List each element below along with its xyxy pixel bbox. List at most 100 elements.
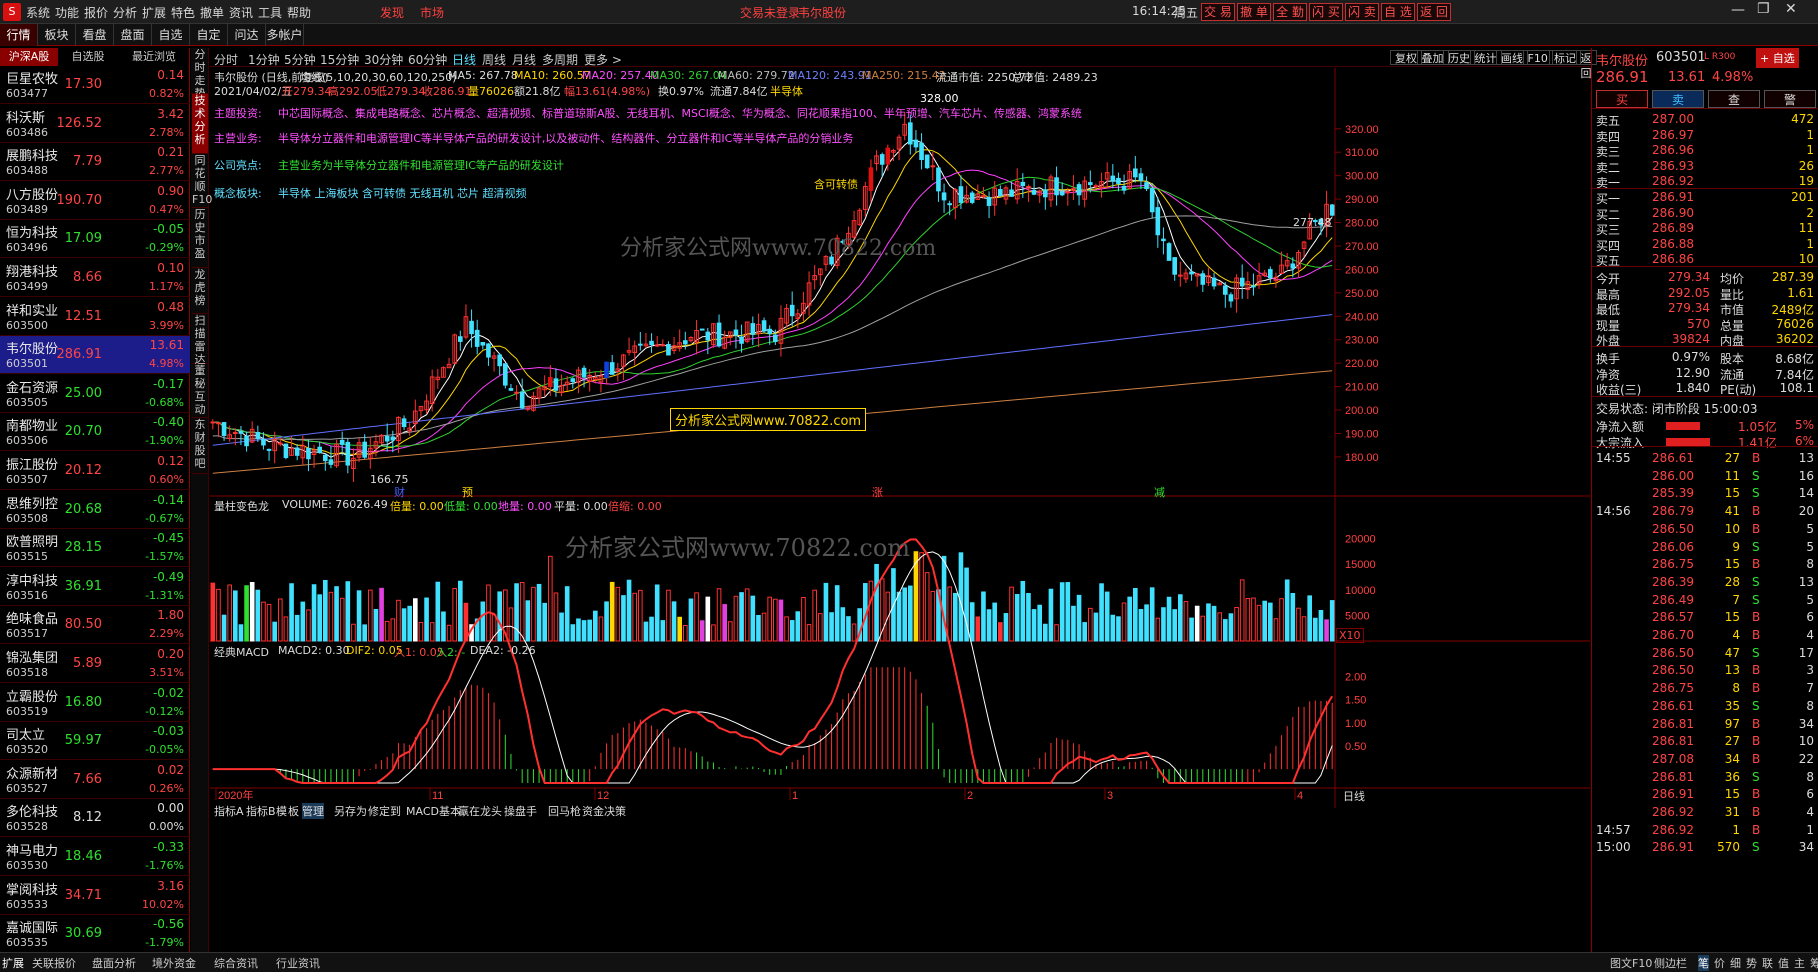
vertical-tab[interactable]: 东财股吧 bbox=[192, 418, 208, 474]
action-button[interactable]: 闪 买 bbox=[1309, 3, 1343, 21]
menu-item[interactable]: 撤单 bbox=[200, 4, 224, 21]
stock-row[interactable]: 恒为科技 603496 17.09 -0.05 -0.29% bbox=[0, 220, 190, 259]
stock-row[interactable]: 振江股份 603507 20.12 0.12 0.60% bbox=[0, 452, 190, 490]
trade-button[interactable]: 警 bbox=[1764, 90, 1816, 108]
close-icon[interactable]: ✕ bbox=[1785, 1, 1797, 17]
vertical-tab[interactable]: 分时走势 bbox=[192, 48, 208, 100]
status-right-tab[interactable]: 细 bbox=[1730, 955, 1741, 971]
status-tab[interactable]: 综合资讯 bbox=[214, 955, 258, 971]
vertical-tab[interactable]: 历史市盈 bbox=[192, 208, 208, 268]
stock-row[interactable]: 南都物业 603506 20.70 -0.40 -1.90% bbox=[0, 413, 190, 452]
status-right-tab[interactable]: 价 bbox=[1714, 955, 1725, 971]
stock-row[interactable]: 科沃斯 603486 126.52 3.42 2.78% bbox=[0, 105, 190, 143]
indicator-tab[interactable]: 板 bbox=[288, 803, 299, 819]
indicator-tab[interactable]: 另存为 bbox=[334, 803, 367, 819]
vertical-tab[interactable]: 技术分析 bbox=[192, 94, 208, 154]
status-tab[interactable]: 关联报价 bbox=[32, 955, 76, 971]
status-right-tab[interactable]: 筹 bbox=[1810, 955, 1818, 971]
action-button[interactable]: 闪 卖 bbox=[1345, 3, 1379, 21]
stock-row[interactable]: 八方股份 603489 190.70 0.90 0.47% bbox=[0, 182, 190, 220]
stock-row[interactable]: 掌阅科技 603533 34.71 3.16 10.02% bbox=[0, 877, 190, 915]
indicator-tab[interactable]: MACD基本 bbox=[406, 803, 461, 819]
main-tab[interactable]: 看盘 bbox=[76, 24, 114, 46]
stock-row[interactable]: 韦尔股份 603501 286.91 13.61 4.98% bbox=[0, 336, 190, 375]
stock-row[interactable]: 多伦科技 603528 8.12 0.00 0.00% bbox=[0, 799, 190, 838]
action-button[interactable]: 自 选 bbox=[1381, 3, 1415, 21]
add-watchlist-button[interactable]: + 自选 bbox=[1756, 48, 1799, 68]
status-tab[interactable]: 扩展 bbox=[2, 955, 24, 971]
tab-watchlist[interactable]: 自选股 bbox=[58, 48, 118, 66]
stock-row[interactable]: 翔港科技 603499 8.66 0.10 1.17% bbox=[0, 259, 190, 297]
vertical-tab[interactable]: 同花顺F10 bbox=[192, 154, 212, 208]
menu-item[interactable]: 报价 bbox=[84, 4, 108, 21]
kline-chart[interactable]: 320.00 310.00 300.00 290.00 280.00 270.00 260.… bbox=[210, 48, 1590, 956]
indicator-tab[interactable]: 指标A bbox=[214, 803, 244, 819]
vertical-tab[interactable]: 龙虎榜 bbox=[192, 268, 208, 314]
menu-item[interactable]: 特色 bbox=[171, 4, 195, 21]
main-tab[interactable]: 板块 bbox=[38, 24, 76, 46]
stock-row[interactable]: 思维列控 603508 20.68 -0.14 -0.67% bbox=[0, 491, 190, 529]
menu-item[interactable]: 工具 bbox=[258, 4, 282, 21]
status-right-tab[interactable]: 联 bbox=[1762, 955, 1773, 971]
action-button[interactable]: 返 回 bbox=[1417, 3, 1451, 21]
action-button[interactable]: 交 易 bbox=[1201, 3, 1235, 21]
main-tab[interactable]: 多帐户 bbox=[266, 24, 304, 46]
status-right-tab[interactable]: 值 bbox=[1778, 955, 1789, 971]
stock-row[interactable]: 金石资源 603505 25.00 -0.17 -0.68% bbox=[0, 375, 190, 413]
vertical-tab[interactable]: 扫描雷达 bbox=[192, 314, 208, 366]
status-right-tab[interactable]: 主 bbox=[1794, 955, 1805, 971]
indicator-tab[interactable]: 模 bbox=[276, 803, 287, 819]
status-tab[interactable]: 行业资讯 bbox=[276, 955, 320, 971]
main-tab[interactable]: 行情 bbox=[0, 24, 38, 46]
status-right-tab[interactable]: 图文F10 bbox=[1610, 955, 1652, 971]
status-right-tab[interactable]: 笔 bbox=[1698, 955, 1709, 971]
discover-menu[interactable]: 发现 bbox=[380, 4, 404, 21]
status-tab[interactable]: 境外资金 bbox=[152, 955, 196, 971]
stock-row[interactable]: 司太立 603520 59.97 -0.03 -0.05% bbox=[0, 722, 190, 761]
indicator-tab[interactable]: 指标B bbox=[246, 803, 276, 819]
stock-row[interactable]: 嘉诚国际 603535 30.69 -0.56 -1.79% bbox=[0, 915, 190, 954]
indicator-tab[interactable]: 管理 bbox=[302, 803, 324, 819]
main-tab[interactable]: 盘面 bbox=[114, 24, 152, 46]
stock-row[interactable]: 绝味食品 603517 80.50 1.80 2.29% bbox=[0, 606, 190, 645]
login-status[interactable]: 交易未登录 bbox=[740, 4, 800, 21]
stock-row[interactable]: 展鹏科技 603488 7.79 0.21 2.77% bbox=[0, 143, 190, 182]
stock-row[interactable]: 锦泓集团 603518 5.89 0.20 3.51% bbox=[0, 645, 190, 683]
status-right-tab[interactable]: 势 bbox=[1746, 955, 1757, 971]
indicator-tab[interactable]: 操盘手 bbox=[504, 803, 537, 819]
market-menu[interactable]: 市场 bbox=[420, 4, 444, 21]
indicator-tab[interactable]: 资金决策 bbox=[582, 803, 626, 819]
menu-item[interactable]: 扩展 bbox=[142, 4, 166, 21]
main-tab[interactable]: 自选 bbox=[152, 24, 190, 46]
menu-item[interactable]: 帮助 bbox=[287, 4, 311, 21]
vertical-tab[interactable]: 董秘互动 bbox=[192, 364, 208, 418]
stock-row[interactable]: 欧普照明 603515 28.15 -0.45 -1.57% bbox=[0, 529, 190, 568]
stock-row[interactable]: 淳中科技 603516 36.91 -0.49 -1.31% bbox=[0, 568, 190, 606]
indicator-tab[interactable]: 回马枪 bbox=[548, 803, 581, 819]
tab-sh-sz-a[interactable]: 沪深A股 bbox=[0, 48, 58, 66]
menu-item[interactable]: 系统 bbox=[26, 4, 50, 21]
action-button[interactable]: 全 勤 bbox=[1273, 3, 1307, 21]
indicator-tab[interactable]: 羸在龙头 bbox=[458, 803, 502, 819]
stock-row[interactable]: 巨星农牧 603477 17.30 0.14 0.82% bbox=[0, 66, 190, 104]
trade-button[interactable]: 买 bbox=[1596, 90, 1648, 108]
minimize-icon[interactable]: — bbox=[1731, 2, 1745, 18]
stock-row[interactable]: 祥和实业 603500 12.51 0.48 3.99% bbox=[0, 298, 190, 336]
status-right-tab[interactable]: 侧边栏 bbox=[1654, 955, 1687, 971]
tab-recent[interactable]: 最近浏览 bbox=[118, 48, 190, 66]
menu-item[interactable]: 资讯 bbox=[229, 4, 253, 21]
indicator-tab[interactable]: 修定到 bbox=[368, 803, 401, 819]
stock-row[interactable]: 立霸股份 603519 16.80 -0.02 -0.12% bbox=[0, 684, 190, 722]
trade-button[interactable]: 卖 bbox=[1652, 90, 1704, 108]
stock-row[interactable]: 众源新材 603527 7.66 0.02 0.26% bbox=[0, 761, 190, 799]
menu-item[interactable]: 分析 bbox=[113, 4, 137, 21]
action-button[interactable]: 撤 单 bbox=[1237, 3, 1271, 21]
main-tab[interactable]: 问达 bbox=[228, 24, 266, 46]
status-tab[interactable]: 盘面分析 bbox=[92, 955, 136, 971]
stock-row[interactable]: 神马电力 603530 18.46 -0.33 -1.76% bbox=[0, 838, 190, 876]
restore-icon[interactable]: ❐ bbox=[1757, 1, 1770, 17]
trade-button[interactable]: 查 bbox=[1708, 90, 1760, 108]
menu-item[interactable]: 功能 bbox=[55, 4, 79, 21]
main-tab[interactable]: 自定 bbox=[190, 24, 228, 46]
volume-bar bbox=[767, 596, 772, 642]
